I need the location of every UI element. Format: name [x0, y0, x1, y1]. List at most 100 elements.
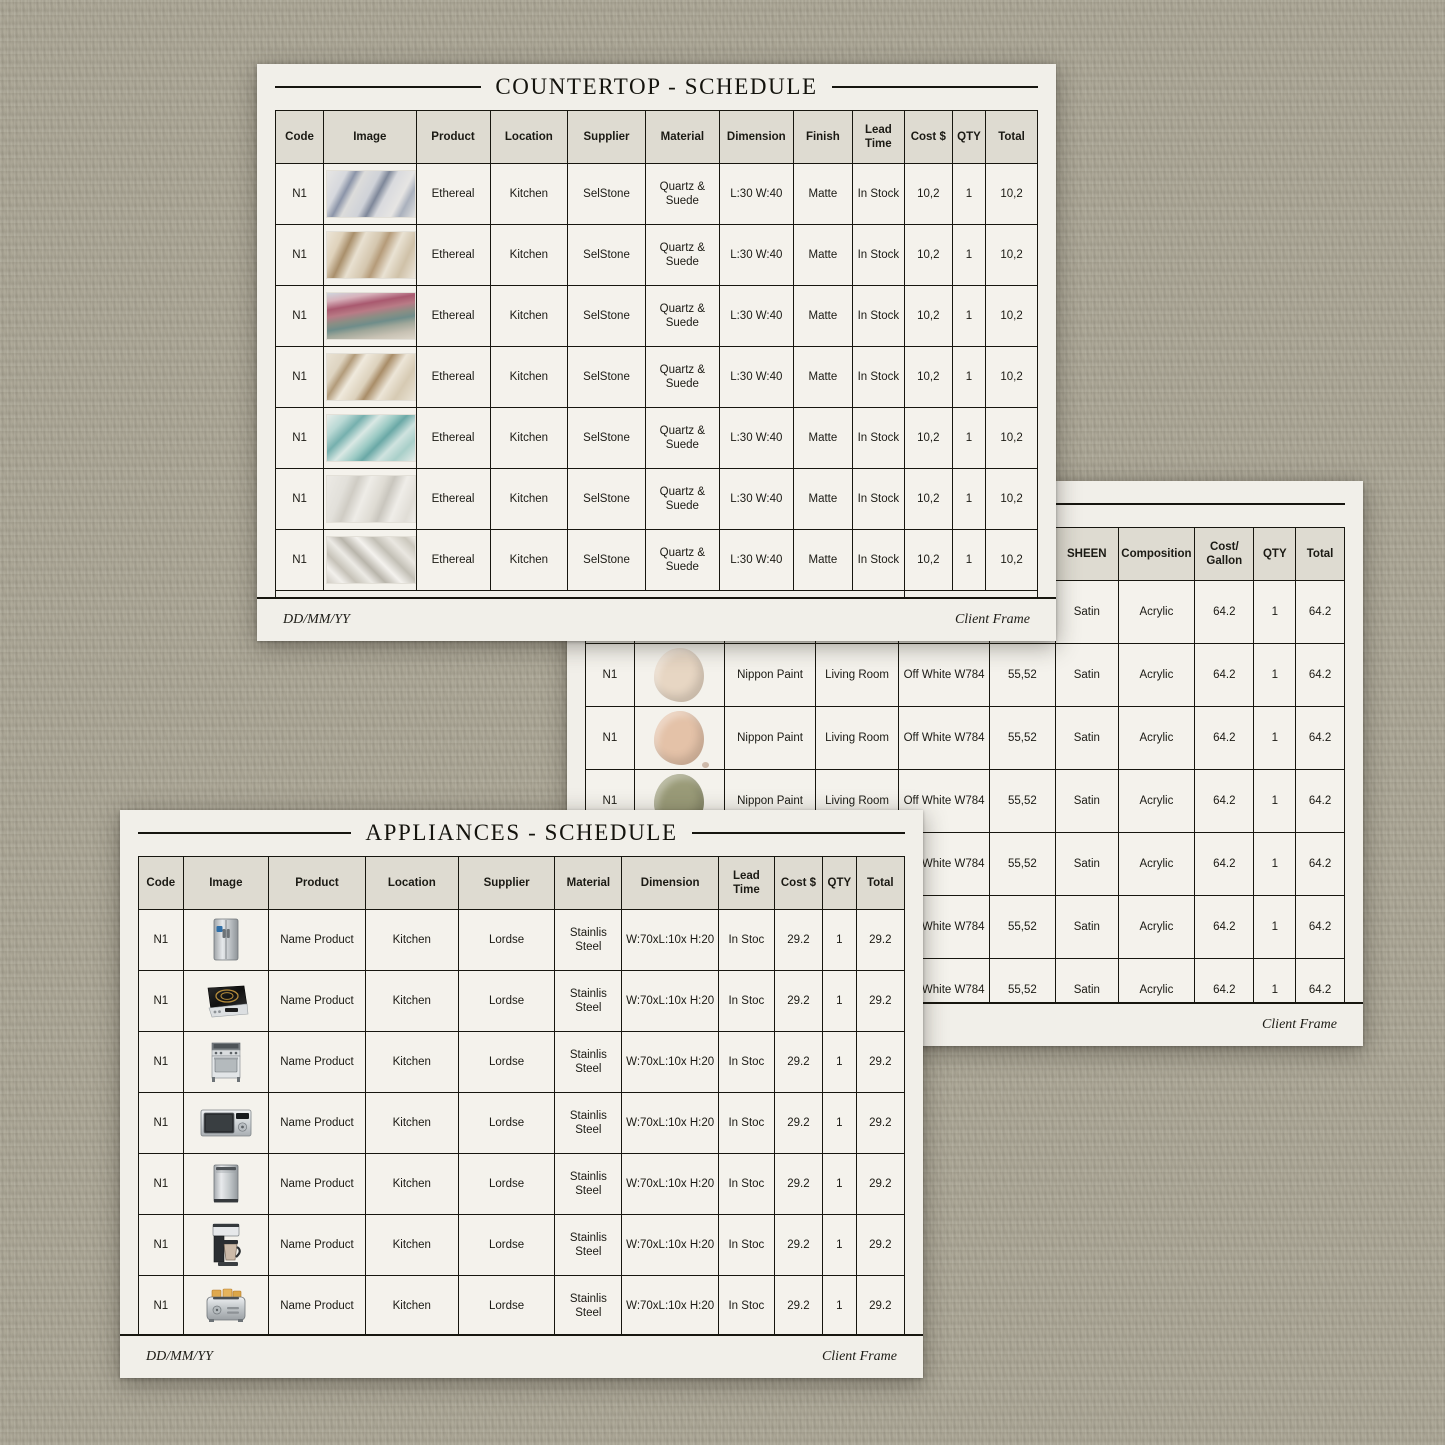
cell-code: N1	[138, 1153, 184, 1215]
cell-finish: Matte	[792, 529, 853, 591]
table-row[interactable]: N1 Ethereal Kitchen SelStone Quartz & Suede L…	[274, 346, 1038, 408]
table-row[interactable]: N1 Nippon PaintLiving RoomOff White W7845…	[585, 706, 1345, 770]
cell-dimension: W:70xL:10x H:20	[621, 1092, 720, 1154]
cell-product: Name Product	[268, 1153, 366, 1215]
cell-dimension: L:30 W:40	[718, 407, 794, 469]
cell-dimension: W:70xL:10x H:20	[621, 1031, 720, 1093]
cell-code: N1	[274, 346, 325, 408]
table-row[interactable]: N1 Ethereal Kitchen SelStone Quartz & Suede L…	[274, 407, 1038, 469]
countertop-schedule-sheet[interactable]: COUNTERTOP - SCHEDULE Code Image Product…	[257, 64, 1056, 641]
cell-qty: 1	[1253, 769, 1297, 833]
table-row[interactable]: N1 Nippon PaintLiving RoomOff White W7845…	[585, 643, 1345, 707]
col-product: Product	[415, 110, 491, 164]
table-row[interactable]: N1 Name Product Kitchen Lordse Stainlis Ste…	[138, 1214, 906, 1276]
col-image: Image	[323, 110, 417, 164]
cell-image	[323, 346, 417, 408]
cell-product: Name Product	[268, 909, 366, 971]
table-row[interactable]: N1 Name Product Kitchen Lordse Stainlis Ste…	[138, 1275, 906, 1334]
cell-cost-gallon: 64.2	[1194, 643, 1255, 707]
cell-image	[323, 529, 417, 591]
cell-qty: 1	[1253, 643, 1297, 707]
cell-product: Ethereal	[415, 346, 491, 408]
cell-dimension: W:70xL:10x H:20	[621, 1275, 720, 1334]
cell-sheen: Satin	[1054, 580, 1119, 644]
cell-sheen: Satin	[1054, 958, 1119, 1002]
cell-cost: 55,52	[988, 895, 1056, 959]
cell-total: 64.2	[1295, 958, 1345, 1002]
cell-total: 29.2	[855, 1031, 906, 1093]
cell-cost: 10,2	[903, 224, 953, 286]
appliances-footer: DD/MM/YY Client Frame	[120, 1334, 923, 1378]
cell-product: Name Product	[268, 1275, 366, 1334]
cell-supplier: Lordse	[457, 909, 556, 971]
cell-image	[182, 1214, 270, 1276]
cell-total: 64.2	[1295, 832, 1345, 896]
marble-pale-grey-swatch	[326, 475, 416, 523]
table-row[interactable]: N1 Ethereal Kitchen SelStone Quartz & Suede L…	[274, 163, 1038, 225]
cell-composition: Acrylic	[1117, 769, 1196, 833]
table-row[interactable]: N1 Ethereal Kitchen SelStone Quartz & Suede L…	[274, 285, 1038, 347]
table-row[interactable]: N1 Ethereal Kitchen SelStone Quartz & Suede L…	[274, 224, 1038, 286]
col-lead-time: Lead Time	[851, 110, 905, 164]
cell-finish: Matte	[792, 468, 853, 530]
coffee-maker-icon	[212, 1223, 241, 1266]
table-row[interactable]: N1 Name Product Kitchen Lordse Stainlis Ste…	[138, 909, 906, 971]
footer-client: Client Frame	[821, 1349, 897, 1364]
cell-supplier: Lordse	[457, 1275, 556, 1334]
cell-location: Kitchen	[364, 1275, 459, 1334]
paint-blob-swatch	[654, 711, 710, 768]
table-row[interactable]: N1 Name Product Kitchen Lordse Stainlis Ste…	[138, 1153, 906, 1215]
cell-dimension: L:30 W:40	[718, 346, 794, 408]
table-row[interactable]: N1 Ethereal Kitchen SelStone Quartz & Suede L…	[274, 529, 1038, 591]
cell-qty: 1	[822, 1153, 857, 1215]
cell-lead-time: In Stoc	[718, 909, 775, 971]
cell-finish: Matte	[792, 224, 853, 286]
cell-supplier: Lordse	[457, 1153, 556, 1215]
col-supplier: Supplier	[457, 856, 556, 910]
cell-image	[182, 1031, 270, 1093]
paint-blob-swatch	[654, 648, 705, 702]
cell-supplier: Nippon Paint	[724, 643, 816, 707]
cell-location: Kitchen	[489, 407, 569, 469]
dishwasher-icon	[213, 1164, 239, 1203]
cell-qty: 1	[951, 407, 987, 469]
cell-image	[182, 970, 270, 1032]
cell-qty: 1	[1253, 832, 1297, 896]
cell-lead-time: In Stoc	[718, 1214, 775, 1276]
cell-location: Living Room	[814, 643, 900, 707]
page-title: APPLIANCES - SCHEDULE	[365, 820, 678, 845]
cell-qty: 1	[822, 1092, 857, 1154]
cell-finish: Matte	[792, 346, 853, 408]
table-row[interactable]: N1 Ethereal Kitchen SelStone Quartz & Suede L…	[274, 468, 1038, 530]
cell-code: N1	[274, 407, 325, 469]
title-rule-left	[138, 832, 352, 834]
table-row[interactable]: N1 Name Product Kitchen Lordse Stainlis Ste…	[138, 1031, 906, 1093]
cell-cost-gallon: 64.2	[1194, 706, 1255, 770]
cell-supplier: Lordse	[457, 1092, 556, 1154]
induction-cooktop-icon	[207, 985, 249, 1018]
cell-cost-gallon: 64.2	[1194, 769, 1255, 833]
cell-product: Ethereal	[415, 285, 491, 347]
cell-image	[182, 1153, 270, 1215]
cell-total: 29.2	[855, 1092, 906, 1154]
cell-location: Kitchen	[364, 1153, 459, 1215]
col-total: Total	[1295, 527, 1345, 581]
appliances-schedule-sheet[interactable]: APPLIANCES - SCHEDULE Code Image Product…	[120, 810, 923, 1378]
cell-total: 29.2	[855, 909, 906, 971]
cell-qty: 1	[1253, 706, 1297, 770]
cell-cost-gallon: 64.2	[1194, 580, 1255, 644]
cell-cost: 55,52	[988, 643, 1056, 707]
cell-total: 10,2	[985, 224, 1038, 286]
appliances-schedule-table: Code Image Product Location Supplier Mat…	[138, 856, 906, 1334]
cell-lead-time: In Stock	[851, 224, 905, 286]
col-qty: QTY	[1253, 527, 1297, 581]
col-dimension: Dimension	[621, 856, 720, 910]
table-row[interactable]: N1 Name Product Kitchen Lordse Stainlis Ste…	[138, 1092, 906, 1154]
table-row[interactable]: N1 Name Product Kitchen Lordse Stainlis Ste…	[138, 970, 906, 1032]
cell-qty: 1	[1253, 895, 1297, 959]
col-total: Total	[855, 856, 906, 910]
cell-composition: Acrylic	[1117, 580, 1196, 644]
cell-dimension: L:30 W:40	[718, 285, 794, 347]
cell-sheen: Satin	[1054, 643, 1119, 707]
cell-code: N1	[274, 529, 325, 591]
